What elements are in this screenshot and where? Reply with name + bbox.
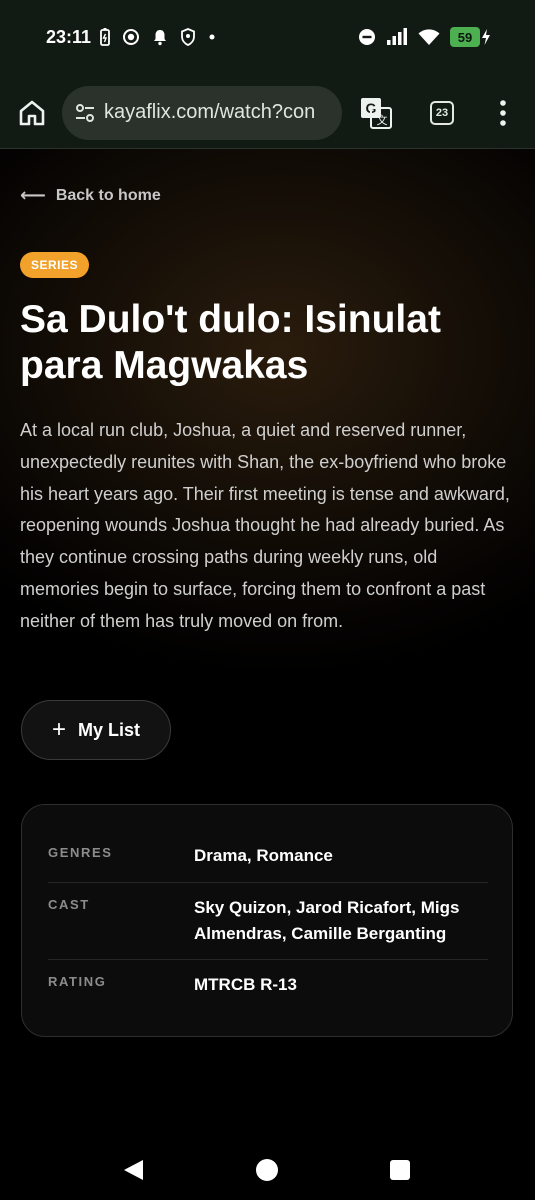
bell-icon [154,30,166,46]
battery-level: 59 [450,27,480,47]
translate-icon[interactable]: G文 [360,97,392,129]
notification-icons [100,28,216,46]
address-bar[interactable]: kayaflix.com/watch?con [62,86,342,140]
more-vert-icon[interactable] [493,97,513,129]
navigation-bar [0,1130,535,1200]
battery-saver-icon [100,28,110,46]
details-card: GENRES Drama, Romance CAST Sky Quizon, J… [21,804,513,1037]
back-to-home-label: Back to home [55,186,161,204]
svg-text:文: 文 [377,113,388,127]
nav-back-icon[interactable] [122,1158,146,1182]
cast-value: Sky Quizon, Jarod Ricafort, Migs Almendr… [194,898,460,943]
series-badge: SERIES [20,252,90,278]
charging-icon [482,29,490,45]
my-list-button[interactable]: + My List [21,700,171,760]
nav-home-icon[interactable] [256,1159,278,1181]
divider [48,959,488,960]
url-text[interactable]: kayaflix.com/watch?con [104,101,342,124]
browser-toolbar: kayaflix.com/watch?con G文 23 [0,78,535,149]
dot-icon [209,34,215,40]
arrow-left-icon: ⟵ [20,185,46,205]
description: At a local run club, Joshua, a quiet and… [20,420,510,631]
dnd-icon [359,29,375,45]
nav-recents-icon[interactable] [390,1160,410,1180]
rating-value: MTRCB R-13 [194,975,297,994]
my-list-label: My List [78,719,141,740]
status-time: 23:11 [46,27,92,47]
tune-icon[interactable] [74,102,96,124]
cast-label: CAST [48,897,90,912]
shield-icon [181,28,195,46]
wifi-icon [418,29,440,45]
genres-value: Drama, Romance [194,846,333,865]
tabs-icon[interactable]: 23 [430,101,454,125]
plus-icon: + [51,716,66,743]
status-bar: 23:11 59 [0,0,535,78]
rating-label: RATING [48,974,107,989]
signal-icon [387,28,407,45]
record-icon [123,29,139,45]
back-to-home-link[interactable]: ⟵ Back to home [20,185,161,206]
system-icons: 59 [358,27,491,47]
divider [48,882,488,883]
home-icon[interactable] [17,98,47,128]
page-content: ⟵ Back to home SERIES Sa Dulo't dulo: Is… [0,149,535,1130]
genres-label: GENRES [48,845,113,860]
page-title: Sa Dulo't dulo: Isinulat para Magwakas [20,298,441,387]
